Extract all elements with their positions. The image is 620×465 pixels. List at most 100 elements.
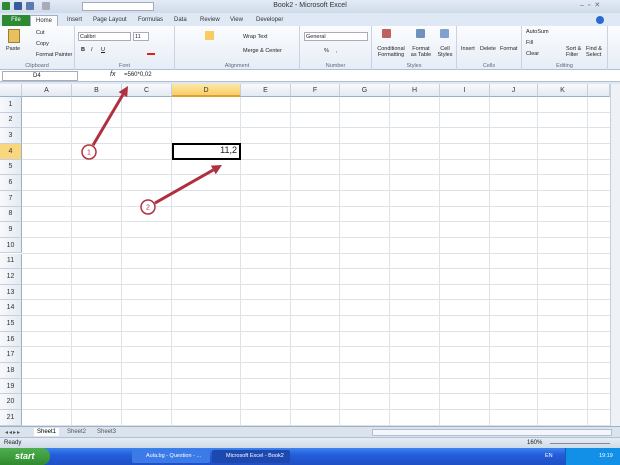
tab-review[interactable]: Review: [195, 15, 225, 26]
row-header-14[interactable]: 14: [0, 300, 22, 317]
font-color-icon[interactable]: [147, 47, 155, 55]
column-header-G[interactable]: G: [340, 84, 390, 97]
row-header-21[interactable]: 21: [0, 410, 22, 426]
sheet-tab-3[interactable]: Sheet3: [94, 428, 119, 436]
zoom-level[interactable]: 160%: [527, 440, 542, 446]
row-header-8[interactable]: 8: [0, 206, 22, 223]
italic-button[interactable]: I: [91, 47, 93, 53]
status-bar: Ready 160%: [0, 437, 620, 448]
column-header-E[interactable]: E: [241, 84, 291, 97]
delete-button[interactable]: Delete: [480, 46, 496, 52]
column-header-B[interactable]: B: [72, 84, 122, 97]
row-header-13[interactable]: 13: [0, 284, 22, 301]
column-header-H[interactable]: H: [390, 84, 440, 97]
row-header-7[interactable]: 7: [0, 190, 22, 207]
sheet-tab-1[interactable]: Sheet1: [34, 428, 60, 436]
tab-data[interactable]: Data: [169, 15, 192, 26]
column-header-J[interactable]: J: [490, 84, 538, 97]
number-format-select[interactable]: General: [304, 32, 368, 41]
underline-button[interactable]: U: [101, 47, 105, 53]
conditional-formatting-icon: [382, 29, 391, 38]
taskbar: start Aula.bg - Question - ... Microsoft…: [0, 448, 620, 465]
select-all-corner[interactable]: [0, 84, 22, 97]
row-header-19[interactable]: 19: [0, 378, 22, 395]
font-name-select[interactable]: Calibri: [78, 32, 131, 41]
row-header-15[interactable]: 15: [0, 316, 22, 332]
insert-button[interactable]: Insert: [461, 46, 475, 52]
row-header-5[interactable]: 5: [0, 159, 22, 176]
font-size-select[interactable]: 11: [133, 32, 149, 41]
cell-styles-button[interactable]: Cell Styles: [435, 46, 455, 58]
column-header-I[interactable]: I: [440, 84, 490, 97]
cut-button[interactable]: Cut: [36, 30, 45, 36]
tab-developer[interactable]: Developer: [251, 15, 288, 26]
bold-button[interactable]: B: [81, 47, 85, 53]
window-controls[interactable]: –▫✕: [580, 1, 604, 9]
format-painter-button[interactable]: Format Painter: [36, 52, 72, 58]
formula-input[interactable]: =560*0,02: [124, 72, 152, 78]
cell-styles-icon: [440, 29, 449, 38]
gridline: [537, 97, 538, 426]
row-header-10[interactable]: 10: [0, 237, 22, 254]
vertical-scrollbar[interactable]: [610, 84, 620, 426]
fill-button[interactable]: Fill: [526, 40, 533, 46]
row-header-9[interactable]: 9: [0, 222, 22, 238]
column-header-A[interactable]: A: [22, 84, 72, 97]
row-header-20[interactable]: 20: [0, 394, 22, 410]
clear-button[interactable]: Clear: [526, 51, 539, 57]
tab-file[interactable]: File: [2, 15, 30, 26]
row-header-3[interactable]: 3: [0, 128, 22, 144]
autosum-button[interactable]: AutoSum: [526, 29, 549, 35]
gridline: [71, 97, 72, 426]
row-header-6[interactable]: 6: [0, 175, 22, 191]
format-as-table-button[interactable]: Format as Table: [409, 46, 433, 58]
tab-insert[interactable]: Insert: [62, 15, 87, 26]
row-header-1[interactable]: 1: [0, 97, 22, 113]
column-header-D[interactable]: D: [172, 84, 241, 97]
row-header-2[interactable]: 2: [0, 112, 22, 129]
gridline: [22, 205, 610, 207]
copy-button[interactable]: Copy: [36, 41, 49, 47]
worksheet-grid[interactable]: A B C D E F G H I J K 1 2 3 4 5 6 7 8 9 10 11 12 13 14 15 16 17 18 19…: [0, 84, 610, 426]
gridline: [22, 236, 610, 238]
align-bottom-icon[interactable]: [205, 31, 214, 40]
language-indicator[interactable]: EN: [545, 453, 553, 459]
paste-button[interactable]: Paste: [6, 46, 20, 52]
start-button[interactable]: start: [0, 448, 50, 465]
help-icon[interactable]: [596, 16, 604, 24]
row-header-16[interactable]: 16: [0, 331, 22, 348]
row-header-4[interactable]: 4: [0, 143, 22, 160]
zoom-slider[interactable]: [550, 443, 610, 444]
column-header-F[interactable]: F: [291, 84, 340, 97]
name-box[interactable]: D4: [2, 71, 78, 81]
row-header-17[interactable]: 17: [0, 347, 22, 364]
insert-function-button[interactable]: fx: [110, 71, 115, 78]
gridline: [22, 268, 610, 270]
active-cell-D4[interactable]: 11,2: [172, 142, 241, 160]
row-header-12[interactable]: 12: [0, 269, 22, 285]
format-button[interactable]: Format: [500, 46, 517, 52]
row-header-11[interactable]: 11: [0, 253, 22, 270]
merge-center-button[interactable]: Merge & Center: [243, 48, 282, 54]
tab-view[interactable]: View: [225, 15, 248, 26]
find-select-button[interactable]: Find & Select: [586, 46, 608, 58]
column-header-C[interactable]: C: [122, 84, 172, 97]
taskbar-item-browser[interactable]: Aula.bg - Question - ...: [132, 450, 210, 463]
wrap-text-button[interactable]: Wrap Text: [243, 34, 268, 40]
sort-filter-button[interactable]: Sort & Filter: [566, 46, 586, 58]
tab-page-layout[interactable]: Page Layout: [88, 15, 132, 26]
sheet-nav-arrows[interactable]: ◂◂▸▸: [2, 428, 24, 437]
comma-button[interactable]: ,: [336, 48, 338, 54]
tab-formulas[interactable]: Formulas: [133, 15, 168, 26]
percent-button[interactable]: %: [324, 48, 329, 54]
column-header-L[interactable]: [588, 84, 610, 97]
tab-home[interactable]: Home: [30, 15, 59, 26]
gridline: [489, 97, 490, 426]
conditional-formatting-button[interactable]: Conditional Formatting: [374, 46, 408, 58]
taskbar-item-excel[interactable]: Microsoft Excel - Book2: [212, 450, 290, 463]
row-header-18[interactable]: 18: [0, 363, 22, 379]
sheet-tab-2[interactable]: Sheet2: [64, 428, 89, 436]
horizontal-scrollbar[interactable]: [372, 429, 612, 436]
column-header-K[interactable]: K: [538, 84, 588, 97]
gridline: [22, 283, 610, 285]
